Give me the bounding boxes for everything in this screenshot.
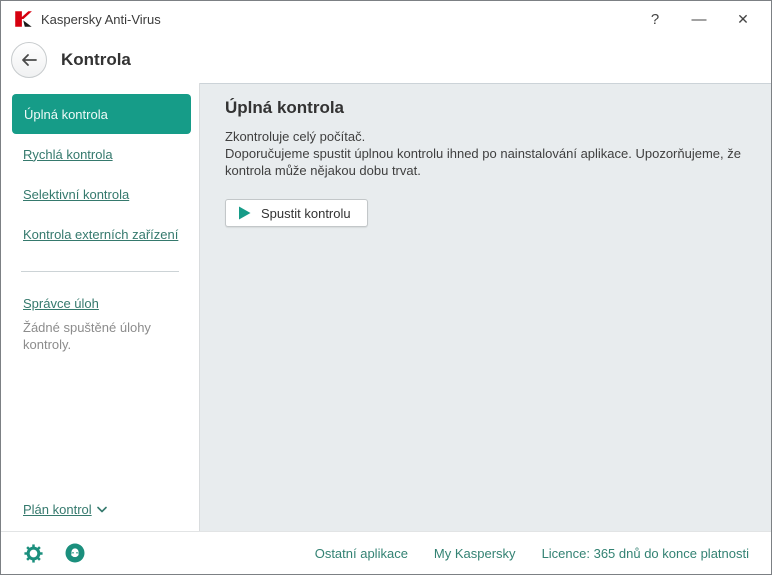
- task-manager-link[interactable]: Správce úloh: [23, 296, 199, 311]
- play-icon: [239, 206, 251, 220]
- footer: Ostatní aplikace My Kaspersky Licence: 3…: [1, 531, 771, 574]
- description-line-2: Doporučujeme spustit úplnou kontrolu ihn…: [225, 146, 741, 178]
- main-content: Úplná kontrola Zkontroluje celý počítač.…: [200, 83, 771, 531]
- footer-icons: [23, 542, 86, 564]
- back-button[interactable]: [11, 42, 47, 78]
- page-header: Kontrola: [1, 37, 771, 83]
- settings-button[interactable]: [23, 543, 44, 564]
- help-button[interactable]: ?: [633, 4, 677, 34]
- sidebar-item-quick-scan[interactable]: Rychlá kontrola: [1, 134, 199, 174]
- sidebar-divider: [21, 271, 179, 272]
- settings-gear-icon: [24, 543, 43, 563]
- title-bar: Kaspersky Anti-Virus ? — ✕: [1, 1, 771, 37]
- minimize-button[interactable]: —: [677, 4, 721, 34]
- start-scan-button-label: Spustit kontrolu: [261, 205, 351, 221]
- sidebar: Úplná kontrola Rychlá kontrola Selektivn…: [1, 83, 200, 531]
- app-title: Kaspersky Anti-Virus: [41, 11, 161, 27]
- sidebar-item-label[interactable]: Selektivní kontrola: [1, 187, 129, 202]
- chevron-down-icon: [96, 506, 107, 513]
- sidebar-item-label[interactable]: Kontrola externích zařízení: [1, 227, 178, 242]
- sidebar-item-label[interactable]: Rychlá kontrola: [1, 147, 113, 162]
- sidebar-item-full-scan[interactable]: Úplná kontrola: [12, 94, 191, 134]
- arrow-left-icon: [22, 54, 37, 66]
- other-applications-link[interactable]: Ostatní aplikace: [315, 546, 408, 561]
- sidebar-item-label: Úplná kontrola: [24, 106, 108, 122]
- scan-schedule[interactable]: Plán kontrol: [1, 502, 199, 517]
- license-status-link[interactable]: Licence: 365 dnů do konce platnosti: [542, 546, 749, 561]
- task-manager-status: Žádné spuštěné úlohy kontroly.: [23, 320, 151, 352]
- sidebar-item-selective-scan[interactable]: Selektivní kontrola: [1, 174, 199, 214]
- support-agent-icon: [65, 543, 85, 563]
- content-title: Úplná kontrola: [225, 98, 345, 117]
- footer-links: Ostatní aplikace My Kaspersky Licence: 3…: [315, 546, 749, 561]
- body: Úplná kontrola Rychlá kontrola Selektivn…: [1, 83, 771, 531]
- close-button[interactable]: ✕: [721, 4, 765, 34]
- kaspersky-logo-icon: [15, 11, 32, 27]
- support-button[interactable]: [64, 542, 86, 564]
- description-line-1: Zkontroluje celý počítač.: [225, 129, 366, 144]
- content-description: Zkontroluje celý počítač. Doporučujeme s…: [225, 128, 745, 179]
- start-scan-button[interactable]: Spustit kontrolu: [225, 199, 368, 227]
- page-title: Kontrola: [61, 50, 131, 69]
- my-kaspersky-link[interactable]: My Kaspersky: [434, 546, 516, 561]
- sidebar-item-external-devices-scan[interactable]: Kontrola externích zařízení: [1, 214, 199, 254]
- app-window: Kaspersky Anti-Virus ? — ✕ Kontrola Úpln…: [0, 0, 772, 575]
- scan-schedule-link[interactable]: Plán kontrol: [23, 502, 92, 517]
